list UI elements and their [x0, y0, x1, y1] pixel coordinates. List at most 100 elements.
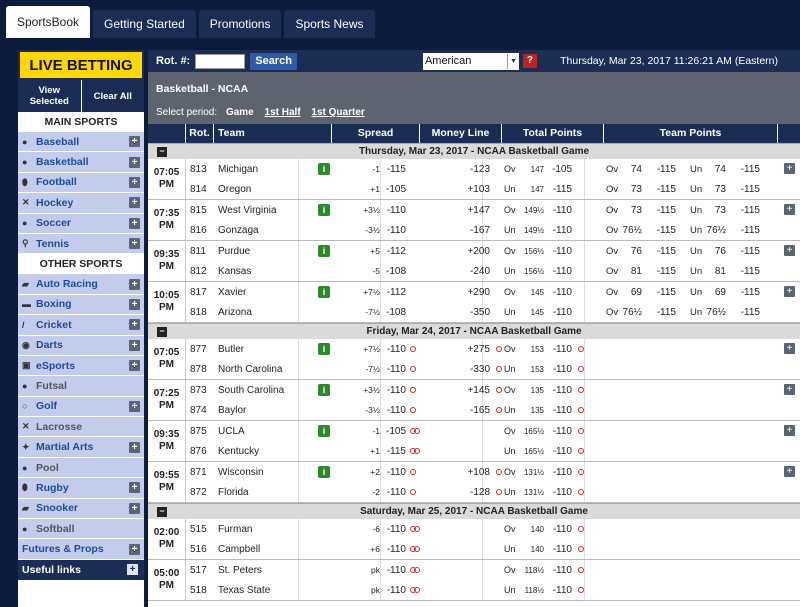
- total-odds[interactable]: -110: [548, 585, 572, 596]
- expand-icon[interactable]: +: [129, 339, 140, 351]
- team-total-points[interactable]: 76: [702, 246, 726, 257]
- sidebar-item-darts[interactable]: ◉ Darts +: [18, 335, 144, 356]
- bet-slip-dot-icon[interactable]: [410, 346, 416, 352]
- total-points[interactable]: 145: [514, 288, 544, 297]
- expand-icon[interactable]: +: [784, 204, 795, 215]
- total-points[interactable]: 149½: [514, 206, 544, 215]
- total-odds[interactable]: -110: [548, 544, 572, 555]
- bet-slip-dot-icon[interactable]: [578, 469, 584, 475]
- useful-links[interactable]: Useful links +: [18, 559, 144, 580]
- money-line[interactable]: -128: [454, 487, 490, 498]
- collapse-icon[interactable]: −: [157, 147, 167, 157]
- team-total-points[interactable]: 73: [702, 184, 726, 195]
- bet-slip-dot-icon[interactable]: [496, 489, 502, 495]
- expand-icon[interactable]: +: [784, 466, 795, 477]
- money-line[interactable]: +200: [454, 246, 490, 257]
- view-selected-button[interactable]: View Selected: [18, 80, 82, 112]
- help-icon[interactable]: ?: [522, 54, 537, 68]
- clear-all-button[interactable]: Clear All: [82, 80, 145, 112]
- total-points[interactable]: 156½: [514, 247, 544, 256]
- sidebar-item-snooker[interactable]: ▰ Snooker +: [18, 498, 144, 520]
- spread-line[interactable]: -3½: [358, 405, 380, 415]
- expand-icon[interactable]: +: [129, 217, 140, 229]
- info-icon[interactable]: i: [318, 384, 330, 396]
- money-line[interactable]: +103: [454, 184, 490, 195]
- team-total-points[interactable]: 73: [618, 205, 642, 216]
- team-total-odds[interactable]: -115: [736, 205, 760, 216]
- total-odds[interactable]: -110: [548, 426, 572, 437]
- bet-slip-dot-icon[interactable]: [578, 407, 584, 413]
- total-points[interactable]: 140: [514, 545, 544, 554]
- spread-odds[interactable]: -110: [382, 344, 406, 355]
- bet-slip-dot-icon[interactable]: [414, 587, 420, 593]
- expand-icon[interactable]: +: [129, 319, 140, 331]
- sidebar-item-rugby[interactable]: ⬮ Rugby +: [18, 478, 144, 499]
- spread-odds[interactable]: -112: [382, 246, 406, 257]
- team-total-odds[interactable]: -115: [652, 164, 676, 175]
- sidebar-item-tennis[interactable]: ⚲ Tennis +: [18, 233, 144, 255]
- total-odds[interactable]: -110: [548, 225, 572, 236]
- team-total-odds[interactable]: -115: [652, 246, 676, 257]
- sidebar-item-pool[interactable]: ● Pool: [18, 457, 144, 479]
- info-icon[interactable]: i: [318, 286, 330, 298]
- team-total-points[interactable]: 74: [702, 164, 726, 175]
- bet-slip-dot-icon[interactable]: [578, 387, 584, 393]
- spread-line[interactable]: +7½: [358, 287, 380, 297]
- total-odds[interactable]: -110: [548, 266, 572, 277]
- tab-sportsbook[interactable]: SportsBook: [6, 6, 91, 38]
- bet-slip-dot-icon[interactable]: [496, 387, 502, 393]
- expand-icon[interactable]: +: [129, 543, 140, 555]
- spread-odds[interactable]: -110: [382, 385, 406, 396]
- spread-line[interactable]: -7½: [358, 307, 380, 317]
- odds-format-select[interactable]: American ▼: [422, 52, 519, 70]
- spread-line[interactable]: +6: [358, 544, 380, 554]
- total-points[interactable]: 153: [514, 365, 544, 374]
- team-total-odds[interactable]: -115: [736, 225, 760, 236]
- spread-odds[interactable]: -110: [382, 205, 406, 216]
- expand-icon[interactable]: +: [129, 298, 140, 310]
- spread-odds[interactable]: -110: [382, 544, 406, 555]
- tab-promotions[interactable]: Promotions: [198, 10, 282, 38]
- team-total-odds[interactable]: -115: [736, 266, 760, 277]
- money-line[interactable]: -330: [454, 364, 490, 375]
- collapse-icon[interactable]: −: [157, 327, 167, 337]
- info-icon[interactable]: i: [318, 204, 330, 216]
- team-total-odds[interactable]: -115: [652, 266, 676, 277]
- sidebar-item-hockey[interactable]: ✕ Hockey +: [18, 193, 144, 214]
- spread-line[interactable]: +2: [358, 467, 380, 477]
- total-odds[interactable]: -110: [548, 364, 572, 375]
- total-points[interactable]: 140: [514, 525, 544, 534]
- sidebar-item-cricket[interactable]: / Cricket +: [18, 315, 144, 336]
- expand-icon[interactable]: +: [784, 286, 795, 297]
- money-line[interactable]: +108: [454, 467, 490, 478]
- sidebar-item-baseball[interactable]: ● Baseball +: [18, 132, 144, 153]
- team-total-points[interactable]: 69: [702, 287, 726, 298]
- bet-slip-dot-icon[interactable]: [410, 407, 416, 413]
- search-button[interactable]: Search: [250, 52, 297, 70]
- expand-icon[interactable]: +: [784, 425, 795, 436]
- total-odds[interactable]: -110: [548, 446, 572, 457]
- sidebar-item-auto-racing[interactable]: ▰ Auto Racing +: [18, 274, 144, 295]
- total-points[interactable]: 118½: [514, 586, 544, 595]
- spread-odds[interactable]: -115: [382, 446, 406, 457]
- sidebar-item-boxing[interactable]: ▬ Boxing +: [18, 294, 144, 316]
- expand-icon[interactable]: +: [784, 343, 795, 354]
- team-total-points[interactable]: 81: [702, 266, 726, 277]
- team-total-odds[interactable]: -115: [736, 307, 760, 318]
- money-line[interactable]: +147: [454, 205, 490, 216]
- sidebar-item-football[interactable]: ⬮ Football +: [18, 172, 144, 194]
- tab-sports-news[interactable]: Sports News: [284, 10, 375, 38]
- spread-line[interactable]: -1: [358, 164, 380, 174]
- expand-icon[interactable]: +: [129, 360, 140, 372]
- sidebar-item-martial-arts[interactable]: ✦ Martial Arts +: [18, 437, 144, 458]
- total-points[interactable]: 156½: [514, 267, 544, 276]
- spread-line[interactable]: +5: [358, 246, 380, 256]
- spread-odds[interactable]: -110: [382, 565, 406, 576]
- total-points[interactable]: 145: [514, 308, 544, 317]
- total-points[interactable]: 153: [514, 345, 544, 354]
- total-odds[interactable]: -110: [548, 385, 572, 396]
- spread-line[interactable]: -7½: [358, 364, 380, 374]
- total-points[interactable]: 165½: [514, 427, 544, 436]
- total-points[interactable]: 131½: [514, 488, 544, 497]
- total-odds[interactable]: -110: [548, 205, 572, 216]
